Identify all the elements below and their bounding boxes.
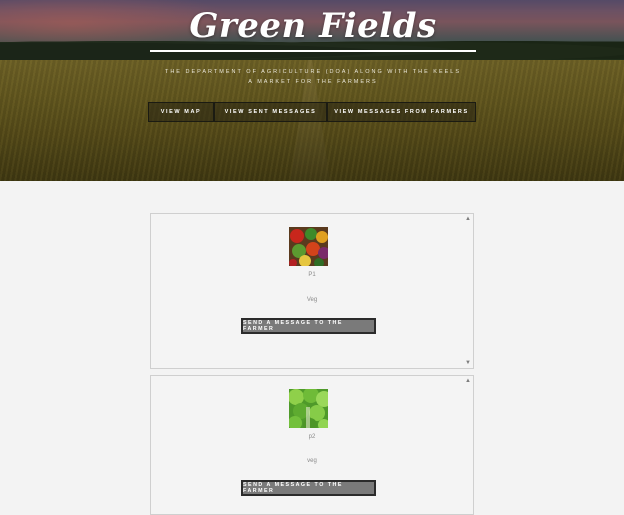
listing-image-vegetables bbox=[289, 227, 328, 266]
send-message-button[interactable]: SEND A MESSAGE TO THE FARMER bbox=[241, 318, 376, 334]
site-tagline: THE DEPARTMENT OF AGRICULTURE (DOA) ALON… bbox=[150, 67, 476, 87]
listing-image-lettuce bbox=[289, 389, 328, 428]
triangle-up-icon[interactable]: ▲ bbox=[465, 216, 471, 222]
hero-banner: Green Fields THE DEPARTMENT OF AGRICULTU… bbox=[0, 0, 624, 181]
view-map-button[interactable]: VIEW MAP bbox=[148, 102, 214, 122]
listing-category: Veg bbox=[306, 297, 318, 303]
logo-underline bbox=[150, 50, 476, 52]
send-message-button[interactable]: SEND A MESSAGE TO THE FARMER bbox=[241, 480, 376, 496]
triangle-up-icon[interactable]: ▲ bbox=[465, 378, 471, 384]
listing-name: P1 bbox=[308, 272, 316, 278]
tagline-line-2: A MARKET FOR THE FARMERS bbox=[248, 79, 378, 85]
listing-card: P1 Veg SEND A MESSAGE TO THE FARMER ▲ ▼ bbox=[150, 213, 474, 369]
site-logo[interactable]: Green Fields bbox=[150, 6, 476, 46]
listing-category: veg bbox=[307, 458, 317, 464]
view-sent-messages-button[interactable]: VIEW SENT MESSAGES bbox=[214, 102, 327, 122]
view-messages-from-farmers-button[interactable]: VIEW MESSAGES FROM FARMERS bbox=[327, 102, 476, 122]
listing-name: p2 bbox=[308, 434, 316, 440]
triangle-down-icon[interactable]: ▼ bbox=[465, 360, 471, 366]
listing-card: p2 veg SEND A MESSAGE TO THE FARMER ▲ bbox=[150, 375, 474, 515]
tagline-line-1: THE DEPARTMENT OF AGRICULTURE (DOA) ALON… bbox=[164, 69, 462, 75]
